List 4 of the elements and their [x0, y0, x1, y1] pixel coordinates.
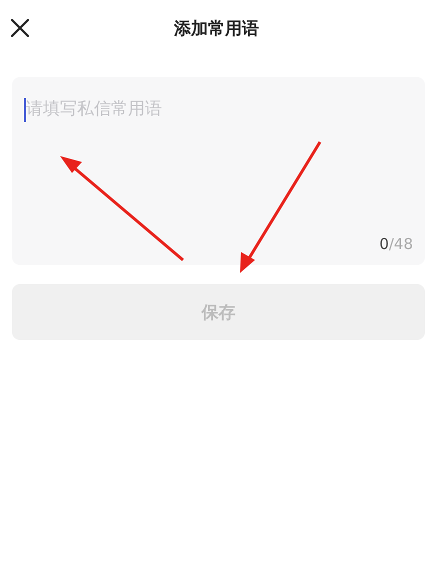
close-icon[interactable] — [10, 18, 30, 38]
character-count: 0 — [379, 235, 389, 253]
character-limit: /48 — [388, 235, 413, 253]
page-title: 添加常用语 — [174, 18, 259, 40]
